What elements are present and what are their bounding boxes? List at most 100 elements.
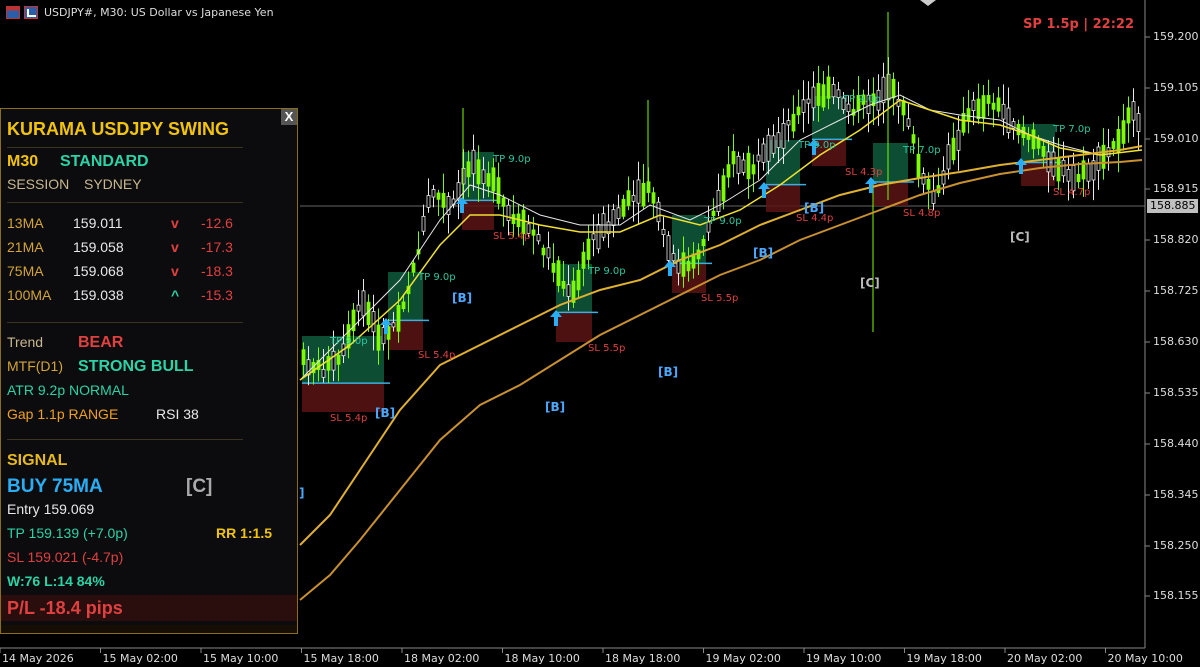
one-click-trading-icon[interactable]	[24, 5, 38, 19]
candle-body	[566, 284, 571, 297]
time-tick-label: 15 May 10:00	[203, 652, 279, 665]
price-tick-label: 159.200	[1153, 30, 1199, 43]
candle-body	[671, 253, 676, 262]
ma-diff: -12.6	[201, 215, 233, 231]
candle-body	[941, 170, 946, 185]
stop-loss-label: SL 4.8p	[903, 208, 941, 219]
ma-value: 159.058	[73, 239, 124, 255]
scroll-marker-icon	[920, 0, 936, 6]
session-label: SESSION	[7, 176, 70, 192]
candle-body	[681, 252, 686, 277]
candle-body	[551, 262, 556, 273]
candle-body	[916, 153, 921, 179]
candle-body	[596, 224, 601, 250]
price-tick-label: 158.725	[1153, 284, 1199, 297]
price-tick-label: 158.155	[1153, 589, 1199, 602]
candle-body	[391, 322, 396, 328]
candle-body	[376, 324, 381, 351]
candle-body	[1056, 157, 1061, 182]
take-profit-label: TP 9.0p	[798, 140, 836, 151]
candle-body	[1136, 113, 1141, 132]
candle-body	[806, 98, 811, 104]
sl-readout: SL 159.021 (-4.7p)	[7, 549, 124, 565]
pl-bar: P/L -18.4 pips	[1, 595, 297, 621]
signal-grade: [C]	[186, 476, 213, 497]
candle-body	[921, 173, 926, 185]
candle-body	[481, 169, 486, 184]
candle-body	[761, 143, 766, 163]
candle-body	[1121, 120, 1126, 144]
candle-body	[666, 235, 671, 261]
price-tick-label: 159.010	[1153, 132, 1199, 145]
take-profit-label: TP 9.0p	[704, 216, 742, 227]
chart-header: USDJPY#, M30: US Dollar vs Japanese Yen	[6, 4, 274, 20]
swing-info-panel[interactable]: KURAMA USDJPY SWING X M30 STANDARD SESSI…	[0, 108, 298, 634]
candle-body	[1066, 169, 1071, 182]
candle-body	[581, 251, 586, 269]
ma-value: 159.011	[73, 215, 123, 231]
candle-body	[486, 173, 491, 187]
candle-body	[656, 201, 661, 223]
candle-body	[531, 229, 536, 236]
time-tick-label: 18 May 10:00	[504, 652, 580, 665]
ma-direction: v	[171, 263, 179, 279]
ma-diff: -17.3	[201, 239, 233, 255]
candle-body	[881, 76, 886, 104]
candle-body	[901, 100, 906, 116]
ma-direction: v	[171, 215, 179, 231]
mtf-value: STRONG BULL	[78, 358, 194, 375]
price-tick-label: 158.250	[1153, 539, 1199, 552]
chart-menu-icon[interactable]	[6, 5, 20, 19]
candle-body	[951, 137, 956, 161]
candle-body	[826, 76, 831, 99]
stop-loss-label: SL 4.3p	[845, 167, 883, 178]
candle-body	[371, 311, 376, 333]
candle-body	[396, 305, 401, 332]
entry-readout: Entry 159.069	[7, 501, 95, 517]
stop-loss-label: SL 5.4p	[330, 413, 368, 424]
candle-body	[421, 215, 426, 232]
signal-label: SIGNAL	[7, 452, 68, 469]
win-loss-readout: W:76 L:14 84%	[7, 573, 105, 589]
take-profit-label: TP 9.0p	[330, 336, 368, 347]
candle-body	[726, 164, 731, 178]
candle-body	[811, 86, 816, 109]
candle-body	[546, 247, 551, 259]
time-tick-label: 14 May 2026	[2, 652, 74, 665]
candle-body	[651, 192, 656, 204]
ma-value: 159.038	[73, 287, 124, 303]
candle-body	[966, 108, 971, 121]
candle-body	[1061, 159, 1066, 177]
candle-body	[1116, 129, 1121, 153]
buy-signal-grade-label: [B]	[804, 201, 825, 215]
candle-body	[746, 152, 751, 180]
candle-body	[301, 349, 306, 365]
candle-body	[736, 155, 741, 174]
candle-body	[641, 182, 646, 207]
buy-signal-grade-label: [B]	[658, 365, 679, 379]
candle-body	[476, 159, 481, 185]
candle-body	[751, 164, 756, 175]
ma-name: 100MA	[7, 287, 52, 303]
candle-body	[741, 159, 746, 173]
time-tick-label: 19 May 10:00	[806, 652, 882, 665]
close-icon[interactable]: X	[281, 109, 297, 125]
candle-body	[631, 194, 636, 202]
candle-body	[1101, 144, 1106, 169]
take-profit-label: TP 9.0p	[418, 272, 456, 283]
candle-body	[436, 192, 441, 200]
stop-loss-label: SL 5.4p	[418, 350, 456, 361]
stop-loss-label: SL 5.4p	[493, 231, 531, 242]
candle-body	[1126, 107, 1131, 124]
atr-readout: ATR 9.2p NORMAL	[7, 382, 129, 398]
candle-body	[1086, 163, 1091, 182]
candle-body	[1001, 103, 1006, 120]
candle-body	[831, 84, 836, 98]
signal-value: BUY 75MA	[7, 476, 103, 497]
buy-signal-grade-label: [B]	[452, 291, 473, 305]
candle-body	[471, 149, 476, 175]
candle-body	[731, 151, 736, 165]
mtf-label: MTF(D1)	[7, 358, 63, 374]
candle-body	[361, 290, 366, 317]
ma-direction: ^	[171, 287, 180, 303]
